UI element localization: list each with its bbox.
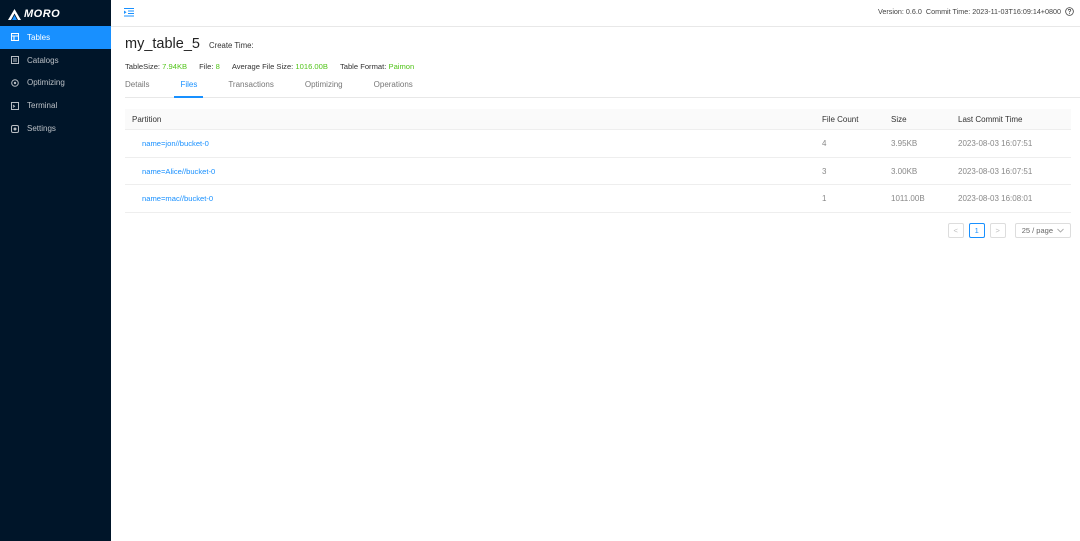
- stat-average-file-size: Average File Size: 1016.00B: [232, 62, 328, 71]
- prev-page-button[interactable]: <: [947, 223, 964, 238]
- stat-value: 8: [215, 62, 220, 71]
- next-page-button[interactable]: >: [989, 223, 1006, 238]
- size-cell: 3.95KB: [891, 138, 918, 148]
- tab-optimizing[interactable]: Optimizing: [305, 80, 343, 97]
- page-size-value: 25 / page: [1021, 226, 1053, 235]
- top-header: Version: 0.6.0 Commit Time: 2023-11-03T1…: [111, 0, 1080, 27]
- sidebar-nav: Tables Catalogs Optimizing Terminal Sett…: [0, 26, 111, 140]
- table-tabs: Details Files Transactions Optimizing Op…: [125, 80, 1080, 98]
- last-commit-cell: 2023-08-03 16:08:01: [958, 194, 1033, 204]
- pagination: < 1 > 25 / page: [947, 223, 1071, 238]
- files-table: Partition File Count Size Last Commit Ti…: [125, 109, 1071, 214]
- settings-icon: [11, 124, 19, 133]
- sidebar-item-catalogs[interactable]: Catalogs: [0, 49, 111, 72]
- partition-link[interactable]: name=Alice//bucket-0: [142, 167, 215, 176]
- partition-link[interactable]: name=jon//bucket-0: [142, 139, 209, 148]
- column-header-last-commit-time: Last Commit Time: [958, 114, 1023, 124]
- column-header-size: Size: [891, 114, 907, 124]
- sidebar-item-label: Settings: [27, 124, 56, 134]
- size-cell: 1011.00B: [891, 194, 925, 204]
- sidebar-item-label: Optimizing: [27, 78, 65, 88]
- tab-files[interactable]: Files: [174, 80, 204, 98]
- version-text: Version: 0.6.0: [877, 7, 922, 16]
- sidebar: MORO Tables Catalogs Optimizing Terminal…: [0, 0, 111, 541]
- commit-time-text: Commit Time: 2023-11-03T16:09:14+0800: [925, 7, 1061, 16]
- column-header-partition: Partition: [132, 114, 162, 124]
- table-row: name=jon//bucket-0 4 3.95KB 2023-08-03 1…: [125, 130, 1071, 158]
- file-count-cell: 3: [822, 166, 827, 176]
- tab-details[interactable]: Details: [125, 80, 149, 97]
- terminal-icon: [11, 101, 19, 110]
- sidebar-item-label: Catalogs: [27, 55, 59, 65]
- stat-value: 1016.00B: [295, 62, 328, 71]
- stat-label: Average File Size:: [231, 62, 294, 71]
- page-title: my_table_5: [125, 36, 200, 52]
- stat-label: Table Format:: [339, 62, 387, 71]
- tab-operations[interactable]: Operations: [374, 80, 413, 97]
- stat-table-format: Table Format: Paimon: [340, 62, 414, 71]
- sidebar-item-settings[interactable]: Settings: [0, 117, 111, 140]
- table-header: Partition File Count Size Last Commit Ti…: [125, 109, 1071, 130]
- stat-label: File:: [199, 62, 214, 71]
- header-info: Version: 0.6.0 Commit Time: 2023-11-03T1…: [878, 7, 1074, 16]
- last-commit-cell: 2023-08-03 16:07:51: [958, 138, 1033, 148]
- brand-logo[interactable]: MORO: [8, 6, 60, 22]
- table-row: name=mac//bucket-0 1 1011.00B 2023-08-03…: [125, 185, 1071, 214]
- help-icon[interactable]: [1065, 7, 1074, 16]
- page-1-button[interactable]: 1: [968, 223, 985, 238]
- tab-transactions[interactable]: Transactions: [228, 80, 274, 97]
- table-icon: [11, 33, 19, 42]
- main-content: my_table_5 Create Time: TableSize: 7.94K…: [111, 27, 1080, 541]
- catalog-icon: [11, 56, 19, 65]
- menu-fold-icon[interactable]: [124, 7, 134, 17]
- stat-file: File: 8: [199, 62, 220, 71]
- stat-table-size: TableSize: 7.94KB: [125, 62, 187, 71]
- logo-mark-icon: [8, 8, 21, 20]
- sidebar-item-tables[interactable]: Tables: [0, 26, 111, 49]
- sidebar-item-label: Tables: [27, 32, 51, 42]
- sidebar-item-label: Terminal: [27, 101, 58, 111]
- sidebar-item-terminal[interactable]: Terminal: [0, 94, 111, 117]
- title-row: my_table_5 Create Time:: [125, 36, 254, 52]
- brand-name: MORO: [24, 8, 61, 20]
- optimizing-icon: [11, 79, 19, 87]
- partition-link[interactable]: name=mac//bucket-0: [142, 194, 213, 203]
- size-cell: 3.00KB: [891, 166, 918, 176]
- chevron-down-icon: [1057, 228, 1064, 233]
- page-size-select[interactable]: 25 / page: [1014, 223, 1071, 238]
- stat-value: Paimon: [388, 62, 415, 71]
- file-count-cell: 1: [822, 194, 827, 204]
- stat-label: TableSize:: [125, 62, 161, 71]
- table-row: name=Alice//bucket-0 3 3.00KB 2023-08-03…: [125, 158, 1071, 186]
- last-commit-cell: 2023-08-03 16:07:51: [958, 166, 1033, 176]
- sidebar-item-optimizing[interactable]: Optimizing: [0, 72, 111, 95]
- create-time-label: Create Time:: [208, 41, 254, 50]
- table-stats: TableSize: 7.94KB File: 8 Average File S…: [125, 62, 414, 71]
- file-count-cell: 4: [822, 138, 827, 148]
- stat-value: 7.94KB: [162, 62, 188, 71]
- column-header-file-count: File Count: [822, 114, 859, 124]
